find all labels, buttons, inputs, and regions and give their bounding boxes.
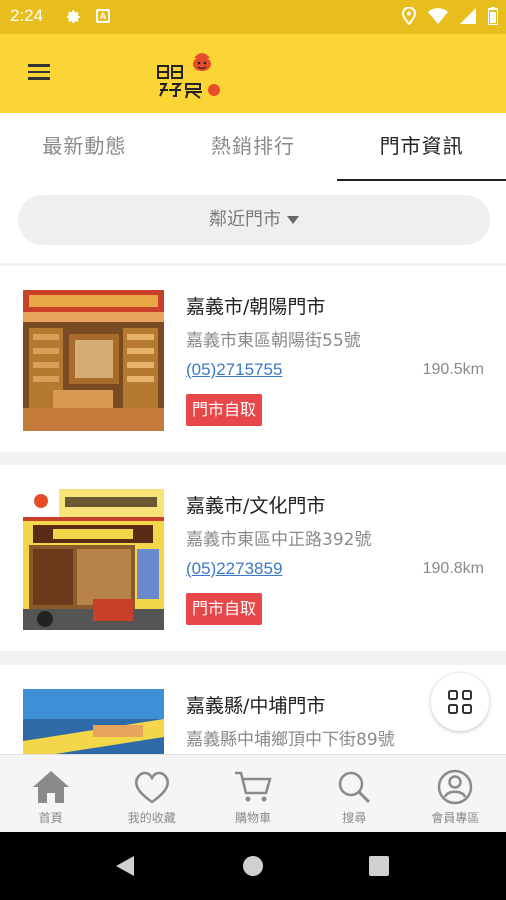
nav-cart[interactable]: 購物車 (202, 755, 303, 832)
store-card[interactable]: 嘉義市/文化門市 嘉義市東區中正路392號 (05)2273859 190.8k… (0, 465, 506, 651)
nav-label: 會員專區 (431, 811, 480, 825)
store-name: 嘉義縣/中埔門市 (186, 695, 326, 717)
nav-home[interactable]: 首頁 (0, 755, 101, 832)
system-nav-bar (0, 832, 506, 900)
store-photo (23, 290, 164, 431)
tab-store-info[interactable]: 門市資訊 (337, 113, 506, 181)
store-photo (23, 489, 164, 630)
app-logo (152, 46, 222, 102)
store-address: 嘉義市東區中正路392號 (186, 530, 372, 550)
a-notification-icon: A (96, 9, 110, 23)
app-bar (0, 34, 506, 113)
store-distance: 190.5km (422, 361, 484, 378)
gear-icon (66, 10, 80, 24)
bottom-nav: 首頁 我的收藏 購物車 搜尋 會員專區 (0, 754, 506, 832)
store-distance: 190.8km (422, 560, 484, 577)
status-bar: 2:24 A (0, 0, 506, 34)
grid-menu-button[interactable] (431, 673, 489, 731)
tab-news[interactable]: 最新動態 (0, 113, 169, 181)
hamburger-menu-icon[interactable] (24, 60, 56, 86)
back-icon[interactable] (114, 854, 136, 878)
store-address: 嘉義縣中埔鄉頂中下街89號 (186, 730, 395, 750)
nav-search[interactable]: 搜尋 (304, 755, 405, 832)
heart-icon (134, 771, 169, 804)
caret-down-icon (287, 216, 299, 224)
nav-label: 首頁 (38, 811, 63, 825)
nav-label: 搜尋 (342, 811, 367, 825)
grid-icon (448, 690, 472, 714)
store-name: 嘉義市/文化門市 (186, 495, 326, 517)
nav-member[interactable]: 會員專區 (405, 755, 506, 832)
home-icon (32, 771, 69, 803)
nav-label: 購物車 (235, 811, 272, 825)
store-phone-link[interactable]: (05)2715755 (186, 360, 282, 380)
location-icon (402, 7, 416, 25)
nav-label: 我的收藏 (127, 811, 176, 825)
store-address: 嘉義市東區朝陽街55號 (186, 331, 361, 351)
cart-icon (235, 771, 272, 802)
nav-favorites[interactable]: 我的收藏 (101, 755, 202, 832)
tab-bar: 最新動態 熱銷排行 門市資訊 (0, 113, 506, 181)
home-circle-icon[interactable] (242, 855, 264, 877)
search-icon (338, 771, 371, 804)
recents-icon[interactable] (369, 856, 389, 876)
store-name: 嘉義市/朝陽門市 (186, 296, 326, 318)
nearby-stores-dropdown[interactable]: 鄰近門市 (18, 195, 490, 245)
status-time: 2:24 (10, 6, 44, 25)
store-pickup-badge: 門市自取 (186, 593, 263, 625)
signal-icon (460, 8, 476, 24)
dropdown-label: 鄰近門市 (209, 209, 281, 230)
battery-icon (488, 7, 498, 25)
wifi-icon (428, 8, 448, 24)
store-card[interactable]: 嘉義市/朝陽門市 嘉義市東區朝陽街55號 (05)2715755 190.5km… (0, 266, 506, 452)
filter-area: 鄰近門市 (0, 181, 506, 263)
user-icon (438, 769, 473, 805)
tab-hot-ranking[interactable]: 熱銷排行 (169, 113, 338, 181)
store-phone-link[interactable]: (05)2273859 (186, 559, 282, 579)
store-pickup-badge: 門市自取 (186, 394, 263, 426)
